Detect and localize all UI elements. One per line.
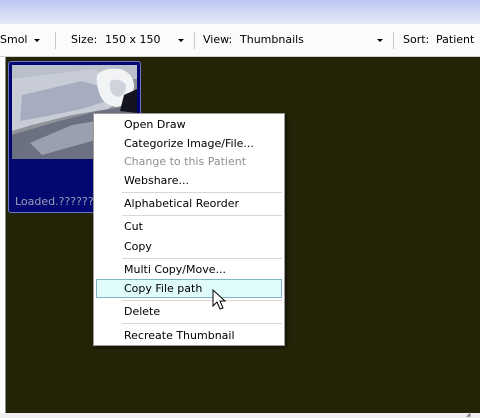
mouse-pointer-icon — [212, 289, 227, 310]
sort-label: Sort: — [403, 33, 430, 46]
menu-separator — [122, 323, 282, 324]
window-titlebar — [0, 0, 480, 24]
menu-item-copy-file-path[interactable]: Copy File path — [96, 279, 282, 298]
menu-item-copy[interactable]: Copy — [96, 237, 282, 256]
menu-item-categorize[interactable]: Categorize Image/File... — [96, 134, 282, 153]
menu-item-change-patient: Change to this Patient — [124, 155, 247, 168]
chevron-down-icon[interactable] — [34, 39, 40, 42]
size-label: Size: — [71, 33, 98, 46]
status-strip — [0, 413, 480, 418]
context-menu: Open Draw Categorize Image/File... Chang… — [93, 113, 285, 346]
resize-grip-icon[interactable]: ◢ — [466, 411, 480, 418]
chevron-down-icon[interactable] — [178, 39, 184, 42]
toolbar-divider — [55, 32, 56, 49]
menu-separator — [122, 300, 282, 301]
sort-dropdown[interactable]: Patient — [436, 33, 474, 47]
menu-item-alphabetical-reorder[interactable]: Alphabetical Reorder — [96, 194, 282, 213]
view-dropdown[interactable]: Thumbnails — [240, 33, 304, 47]
size-dropdown[interactable]: 150 x 150 — [105, 33, 161, 47]
menu-item-delete[interactable]: Delete — [96, 302, 282, 321]
menu-separator — [122, 215, 282, 216]
toolbar: Smol Size: 150 x 150 View: Thumbnails So… — [0, 24, 480, 57]
menu-item-cut[interactable]: Cut — [96, 217, 282, 236]
menu-item-recreate-thumbnail[interactable]: Recreate Thumbnail — [96, 326, 282, 345]
menu-item-open-draw[interactable]: Open Draw — [96, 115, 282, 134]
chevron-down-icon[interactable] — [377, 39, 383, 42]
toolbar-divider — [393, 32, 394, 49]
toolbar-divider — [194, 32, 195, 49]
menu-item-webshare[interactable]: Webshare... — [96, 171, 282, 190]
menu-item-multi-copy-move[interactable]: Multi Copy/Move... — [96, 260, 282, 279]
menu-separator — [122, 258, 282, 259]
view-label: View: — [203, 33, 233, 46]
smol-dropdown-label[interactable]: Smol — [0, 33, 27, 47]
menu-separator — [122, 192, 282, 193]
